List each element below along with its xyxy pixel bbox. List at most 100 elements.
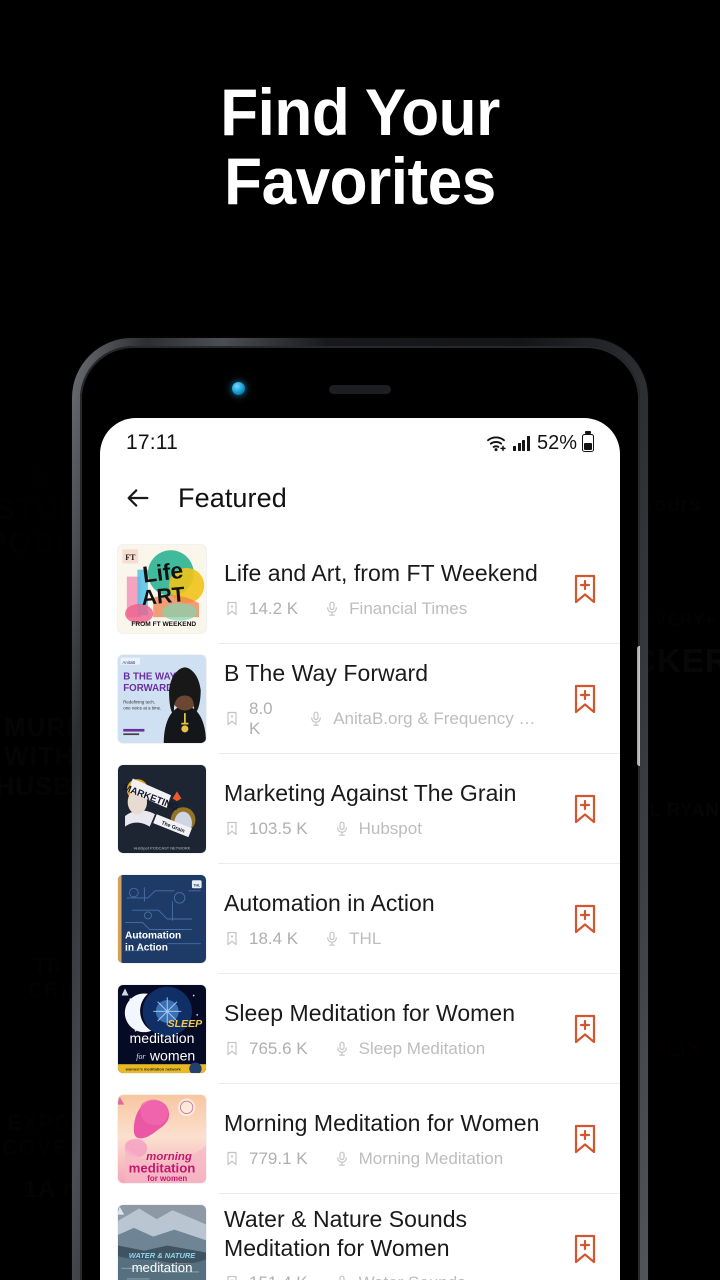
- bookmark-plus-icon[interactable]: [568, 679, 602, 719]
- podcast-title: Marketing Against The Grain: [224, 780, 517, 807]
- svg-text:meditation: meditation: [129, 1160, 196, 1175]
- page-title: Featured: [178, 482, 287, 513]
- back-arrow-icon[interactable]: [124, 484, 152, 512]
- podcast-list-item[interactable]: THL Automation in Action Automation in Acti…: [100, 864, 620, 974]
- bookmark-plus-icon[interactable]: [568, 1119, 602, 1159]
- status-time: 17:11: [126, 431, 178, 454]
- podcast-info: Sleep Meditation for Women 765.6 K Sleep M…: [224, 999, 550, 1058]
- podcast-info: Water & Nature Sounds Meditation for Wom…: [224, 1205, 550, 1280]
- bookmark-outline-icon: [227, 601, 237, 616]
- subscriber-count: 8.0 K: [249, 698, 273, 738]
- podcast-list-item[interactable]: morning meditation for women Morning Medita…: [100, 1084, 620, 1194]
- svg-text:Redefining tech,: Redefining tech,: [123, 699, 155, 704]
- bookmark-outline-icon: [227, 1275, 237, 1280]
- bookmark-plus-icon[interactable]: [568, 569, 602, 609]
- podcast-title: Morning Meditation for Women: [224, 1110, 540, 1137]
- podcast-cover-art: THL Automation in Action: [118, 875, 206, 963]
- bookmark-outline-icon: [227, 931, 237, 946]
- bookmark-plus-glyph: [574, 1234, 596, 1264]
- podcast-list-item[interactable]: SLEEP meditation for women women’s meditatio…: [100, 974, 620, 1084]
- podcast-meta: 151.4 K Water Sounds: [224, 1273, 542, 1280]
- podcast-info: Automation in Action 18.4 K THL: [224, 889, 550, 948]
- bookmark-outline-icon: [227, 1041, 237, 1056]
- svg-text:HubSpot PODCAST NETWORK: HubSpot PODCAST NETWORK: [134, 845, 191, 850]
- battery-icon: [582, 434, 594, 452]
- svg-text:women: women: [149, 1048, 195, 1064]
- bookmark-plus-icon[interactable]: [568, 899, 602, 939]
- podcast-title: Life and Art, from FT Weekend: [224, 560, 538, 587]
- bookmark-plus-icon[interactable]: [568, 1009, 602, 1049]
- microphone-icon: [336, 821, 347, 836]
- podcast-list-item[interactable]: AnitaB B THE WAY FORWARD Redefining tech, on…: [100, 644, 620, 754]
- podcast-meta: 8.0 K AnitaB.org & Frequency Machine: [224, 699, 542, 739]
- podcast-author: Financial Times: [349, 598, 468, 618]
- podcast-meta: 779.1 K Morning Meditation: [224, 1149, 542, 1169]
- podcast-author: Water Sounds: [359, 1273, 466, 1280]
- phone-bezel: 17:11 52% Featured FT Life ART FROM FT W…: [80, 346, 640, 1280]
- svg-text:THL: THL: [193, 883, 201, 887]
- podcast-cover-art: morning meditation for women: [118, 1095, 206, 1183]
- svg-text:meditation: meditation: [130, 1030, 195, 1046]
- bookmark-plus-glyph: [574, 574, 596, 604]
- microphone-icon: [327, 931, 338, 946]
- microphone-icon: [311, 711, 322, 726]
- power-button-icon[interactable]: [637, 646, 640, 766]
- svg-text:ART: ART: [141, 583, 186, 610]
- svg-text:FROM FT WEEKEND: FROM FT WEEKEND: [131, 621, 196, 628]
- podcast-title: Sleep Meditation for Women: [224, 1000, 516, 1027]
- podcast-meta: 765.6 K Sleep Meditation: [224, 1039, 542, 1059]
- subscriber-count: 779.1 K: [249, 1148, 308, 1168]
- svg-text:meditation: meditation: [132, 1260, 193, 1275]
- status-bar: 17:11 52%: [100, 418, 620, 462]
- podcast-author: Hubspot: [358, 818, 422, 838]
- promo-headline-line1: Find Your: [220, 75, 500, 149]
- podcast-meta: 103.5 K Hubspot: [224, 819, 542, 839]
- front-camera-dot-icon: [232, 382, 245, 395]
- podcast-list-item[interactable]: FT Life ART FROM FT WEEKEND Life and Art, fr…: [100, 534, 620, 644]
- svg-text:Automation: Automation: [125, 930, 181, 941]
- microphone-icon: [339, 1275, 345, 1280]
- svg-text:FT: FT: [125, 553, 136, 562]
- svg-text:FORWARD: FORWARD: [123, 683, 173, 694]
- cellular-signal-icon: [513, 435, 530, 451]
- podcast-list[interactable]: FT Life ART FROM FT WEEKEND Life and Art, fr…: [100, 534, 620, 1280]
- phone-mockup: 17:11 52% Featured FT Life ART FROM FT W…: [72, 338, 648, 1280]
- battery-percent: 52%: [536, 431, 577, 454]
- podcast-meta: 18.4 K THL: [224, 929, 542, 949]
- subscriber-count: 765.6 K: [249, 1038, 308, 1058]
- podcast-list-item[interactable]: MARKETING The Grain HubSpot PODCAST NETWOR…: [100, 754, 620, 864]
- bookmark-plus-glyph: [574, 684, 596, 714]
- svg-text:WATER & NATURE: WATER & NATURE: [129, 1251, 197, 1260]
- podcast-meta: 14.2 K Financial Times: [224, 599, 542, 619]
- bookmark-plus-glyph: [574, 1124, 596, 1154]
- svg-text:for women: for women: [147, 1174, 187, 1183]
- app-bar: Featured: [100, 462, 620, 534]
- microphone-icon: [336, 1151, 347, 1166]
- podcast-info: Marketing Against The Grain 103.5 K Hubspo…: [224, 779, 550, 838]
- microphone-icon: [327, 601, 338, 616]
- bookmark-outline-icon: [227, 1151, 237, 1166]
- bookmark-plus-icon[interactable]: [568, 1229, 602, 1269]
- podcast-cover-art: FT Life ART FROM FT WEEKEND: [118, 545, 206, 633]
- status-indicators: 52%: [486, 432, 594, 455]
- promo-headline: Find Your Favorites: [22, 78, 699, 215]
- podcast-cover-art: MARKETING The Grain HubSpot PODCAST NETWOR…: [118, 765, 206, 853]
- bookmark-plus-glyph: [574, 1014, 596, 1044]
- subscriber-count: 151.4 K: [249, 1273, 308, 1280]
- podcast-list-item[interactable]: WATER & NATUREmeditationforwomen Water & …: [100, 1194, 620, 1280]
- podcast-cover-art: AnitaB B THE WAY FORWARD Redefining tech, on…: [118, 655, 206, 743]
- podcast-author: THL: [349, 928, 382, 948]
- svg-text:women’s meditation network: women’s meditation network: [125, 1066, 182, 1071]
- subscriber-count: 18.4 K: [249, 928, 299, 948]
- podcast-author: AnitaB.org & Frequency Machine: [333, 708, 542, 728]
- podcast-cover-art: WATER & NATUREmeditationforwomen: [118, 1205, 206, 1280]
- podcast-info: Life and Art, from FT Weekend 14.2 K Finan…: [224, 559, 550, 618]
- app-screen: 17:11 52% Featured FT Life ART FROM FT W…: [100, 418, 620, 1280]
- promo-screenshot: SHE STUDIES PODCASTMURDER WITH MY HUSBAN…: [0, 0, 720, 1280]
- bookmark-outline-icon: [227, 711, 237, 726]
- svg-text:one voice at a time.: one voice at a time.: [123, 706, 161, 711]
- podcast-cover-art: SLEEP meditation for women women’s meditatio…: [118, 985, 206, 1073]
- bookmark-plus-icon[interactable]: [568, 789, 602, 829]
- podcast-title: Water & Nature Sounds Meditation for Wom…: [224, 1206, 468, 1261]
- subscriber-count: 14.2 K: [249, 598, 299, 618]
